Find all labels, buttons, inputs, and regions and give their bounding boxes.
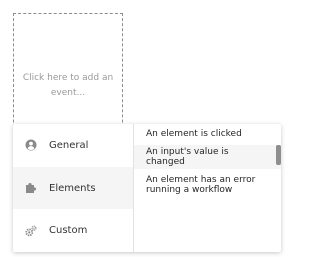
event-option-element-clicked[interactable]: An element is clicked [134,127,281,141]
category-general-label: General [49,139,89,151]
workflow-editor: Click here to add an event... General El… [0,0,282,257]
category-custom[interactable]: Custom [13,209,133,252]
category-elements-label: Elements [49,182,96,194]
add-event-text: Click here to add an event... [22,72,114,98]
event-option-input-changed[interactable]: An input's value is changed [134,145,281,169]
puzzle-piece-icon [25,182,37,194]
category-custom-label: Custom [49,225,88,237]
category-general[interactable]: General [13,124,133,167]
gears-icon [25,225,37,237]
event-category-list: General Elements Custom [13,124,134,252]
user-circle-icon [25,139,37,151]
event-type-menu: General Elements Custom An element is cl… [13,124,281,252]
category-elements[interactable]: Elements [13,166,133,210]
scrollbar-thumb[interactable] [276,145,281,165]
event-option-list: An element is clicked An input's value i… [134,124,281,252]
event-option-element-error[interactable]: An element has an error running a workfl… [134,173,281,197]
